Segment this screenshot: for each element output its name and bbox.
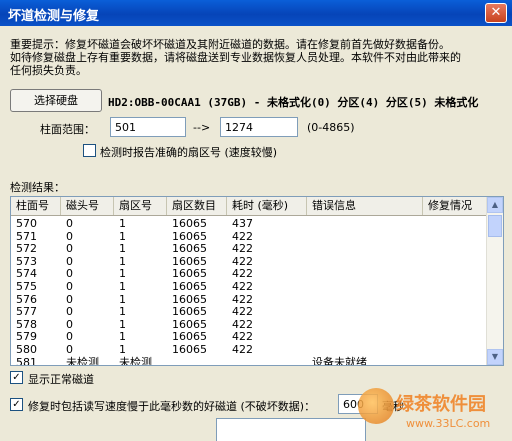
results-table[interactable]: 柱面号 磁头号 扇区号 扇区数目 耗时 (毫秒) 错误信息 修复情况 570 0 1…	[10, 196, 504, 366]
cylinder-start-input[interactable]	[110, 117, 186, 137]
results-scrollbar[interactable]: ▲ ▼	[486, 197, 503, 365]
col-time[interactable]: 耗时 (毫秒)	[227, 197, 307, 215]
col-head[interactable]: 磁头号	[61, 197, 114, 215]
close-button[interactable]: ✕	[485, 3, 507, 23]
report-inaccurate-label: 检测时报告准确的扇区号 (速度较慢)	[100, 146, 278, 159]
window-title: 坏道检测与修复	[8, 9, 100, 24]
show-normal-label: 显示正常磁道	[28, 373, 94, 386]
results-label: 检测结果：	[10, 181, 65, 194]
watermark-url: www.33LC.com	[406, 417, 491, 430]
warning-notice: 重要提示：修复坏磁道会破坏坏磁道及其附近磁道的数据。请在修复前首先做好数据备份。…	[10, 38, 506, 77]
bottom-panel	[216, 418, 366, 441]
scroll-down-icon[interactable]: ▼	[487, 349, 503, 365]
notice-line-1: 重要提示：修复坏磁道会破坏坏磁道及其附近磁道的数据。请在修复前首先做好数据备份。	[10, 38, 450, 51]
scroll-up-icon[interactable]: ▲	[487, 197, 503, 213]
select-disk-button[interactable]: 选择硬盘	[10, 89, 102, 112]
table-cell: 未检测	[66, 355, 99, 366]
table-cell: 未检测	[119, 355, 152, 366]
watermark: 绿茶软件园 www.33LC.com	[358, 384, 512, 441]
table-cell: 设备未就绪	[312, 355, 367, 366]
cylinder-range-hint: (0-4865)	[307, 121, 355, 134]
checkmark-icon: ✓	[12, 399, 21, 410]
results-header: 柱面号 磁头号 扇区号 扇区数目 耗时 (毫秒) 错误信息 修复情况	[11, 197, 489, 216]
col-sector[interactable]: 扇区号	[114, 197, 167, 215]
table-cell: 581	[16, 355, 37, 366]
notice-line-2: 如待修复磁盘上存有重要数据，请将磁盘送到专业数据恢复人员处理。本软件不对由此带来…	[10, 51, 461, 64]
repair-slow-label: 修复时包括读写速度慢于此毫秒数的好磁道 (不破坏数据)：	[28, 400, 316, 413]
watermark-text: 绿茶软件园	[396, 394, 486, 415]
col-sector-count[interactable]: 扇区数目	[167, 197, 227, 215]
checkmark-icon: ✓	[12, 372, 21, 383]
show-normal-checkbox[interactable]: ✓	[10, 371, 23, 384]
close-icon: ✕	[490, 5, 502, 20]
repair-slow-checkbox[interactable]: ✓	[10, 398, 23, 411]
cylinder-range-label: 柱面范围：	[40, 123, 95, 136]
range-arrow: -->	[193, 121, 211, 134]
scroll-thumb[interactable]	[488, 215, 502, 237]
col-cylinder[interactable]: 柱面号	[11, 197, 61, 215]
title-bar: 坏道检测与修复 ✕	[0, 0, 512, 26]
cylinder-end-input[interactable]	[220, 117, 298, 137]
col-error[interactable]: 错误信息	[307, 197, 423, 215]
col-repair[interactable]: 修复情况	[423, 197, 489, 215]
notice-line-3: 任何损失负责。	[10, 64, 87, 77]
report-inaccurate-checkbox[interactable]	[83, 144, 96, 157]
watermark-logo-icon	[358, 388, 394, 424]
disk-info: HD2:OBB-00CAA1 (37GB) - 未格式化(0) 分区(4) 分区…	[108, 96, 479, 109]
table-row[interactable]: 581 未检测 未检测 设备未就绪	[11, 355, 489, 366]
